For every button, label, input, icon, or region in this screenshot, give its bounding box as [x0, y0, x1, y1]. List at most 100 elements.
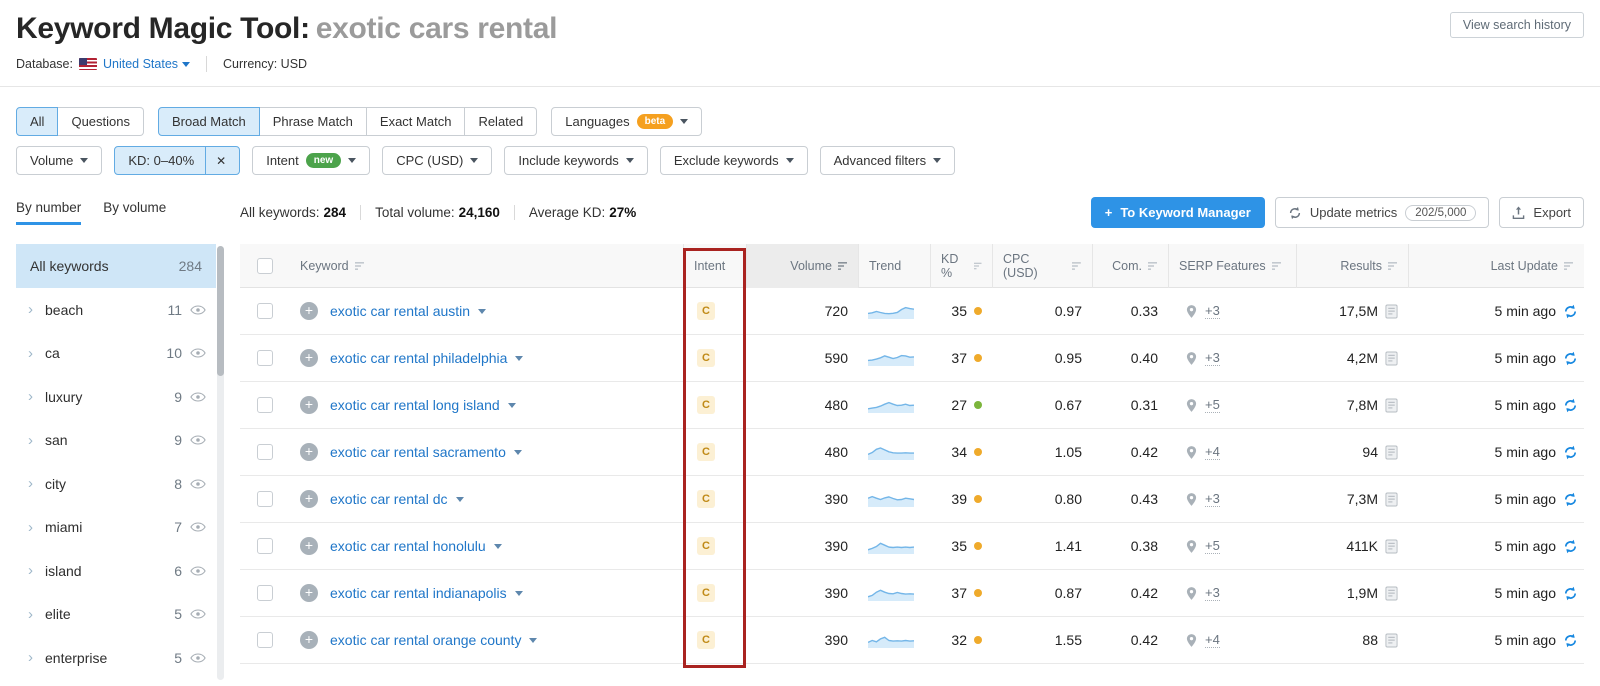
keyword-link[interactable]: exotic car rental indianapolis	[330, 585, 507, 601]
view-search-history-button[interactable]: View search history	[1450, 12, 1584, 38]
sidebar-item-all-keywords[interactable]: All keywords 284	[16, 244, 216, 288]
keyword-dropdown-icon[interactable]	[515, 356, 523, 361]
keyword-link[interactable]: exotic car rental long island	[330, 397, 500, 413]
add-keyword-icon[interactable]: +	[300, 443, 318, 461]
row-checkbox[interactable]	[257, 397, 273, 413]
refresh-row-icon[interactable]	[1563, 586, 1578, 601]
filter-volume[interactable]: Volume	[16, 146, 102, 175]
sidebar-item-san[interactable]: › san 9	[16, 419, 216, 463]
sort-icon[interactable]	[1072, 261, 1082, 271]
filter-advanced-filters[interactable]: Advanced filters	[820, 146, 956, 175]
eye-icon[interactable]	[190, 435, 206, 445]
serp-features-more[interactable]: +4	[1205, 632, 1220, 648]
row-checkbox[interactable]	[257, 538, 273, 554]
serp-features-more[interactable]: +5	[1205, 397, 1220, 413]
row-checkbox[interactable]	[257, 303, 273, 319]
add-keyword-icon[interactable]: +	[300, 631, 318, 649]
keyword-dropdown-icon[interactable]	[508, 403, 516, 408]
keyword-dropdown-icon[interactable]	[514, 450, 522, 455]
serp-source-icon[interactable]	[1385, 398, 1398, 413]
chevron-right-icon[interactable]: ›	[28, 606, 33, 623]
keyword-link[interactable]: exotic car rental orange county	[330, 632, 521, 648]
refresh-row-icon[interactable]	[1563, 351, 1578, 366]
keyword-link[interactable]: exotic car rental sacramento	[330, 444, 506, 460]
sidebar-item-island[interactable]: › island 6	[16, 549, 216, 593]
eye-icon[interactable]	[190, 609, 206, 619]
to-keyword-manager-button[interactable]: + To Keyword Manager	[1091, 197, 1265, 228]
add-keyword-icon[interactable]: +	[300, 537, 318, 555]
refresh-row-icon[interactable]	[1563, 445, 1578, 460]
filter-kd-0-40[interactable]: KD: 0–40%✕	[114, 146, 240, 175]
match-tab-exact-match[interactable]: Exact Match	[367, 107, 466, 136]
update-metrics-button[interactable]: Update metrics 202/5,000	[1275, 197, 1490, 228]
eye-icon[interactable]	[190, 479, 206, 489]
row-checkbox[interactable]	[257, 444, 273, 460]
sort-icon[interactable]	[1272, 261, 1282, 271]
serp-source-icon[interactable]	[1385, 445, 1398, 460]
sort-icon[interactable]	[1388, 261, 1398, 271]
add-keyword-icon[interactable]: +	[300, 584, 318, 602]
serp-features-more[interactable]: +3	[1205, 585, 1220, 601]
eye-icon[interactable]	[190, 305, 206, 315]
sidebar-item-beach[interactable]: › beach 11	[16, 288, 216, 332]
refresh-row-icon[interactable]	[1563, 633, 1578, 648]
add-keyword-icon[interactable]: +	[300, 349, 318, 367]
serp-features-more[interactable]: +3	[1205, 303, 1220, 319]
select-all-checkbox[interactable]	[257, 258, 273, 274]
eye-icon[interactable]	[190, 522, 206, 532]
eye-icon[interactable]	[190, 566, 206, 576]
match-tab-related[interactable]: Related	[465, 107, 537, 136]
eye-icon[interactable]	[190, 392, 206, 402]
keyword-link[interactable]: exotic car rental austin	[330, 303, 470, 319]
row-checkbox[interactable]	[257, 491, 273, 507]
eye-icon[interactable]	[190, 653, 206, 663]
match-tab-questions[interactable]: Questions	[58, 107, 144, 136]
match-tab-phrase-match[interactable]: Phrase Match	[260, 107, 367, 136]
filter-exclude-keywords[interactable]: Exclude keywords	[660, 146, 808, 175]
sidebar-scrollbar[interactable]	[217, 246, 224, 680]
chevron-right-icon[interactable]: ›	[28, 519, 33, 536]
chevron-right-icon[interactable]: ›	[28, 562, 33, 579]
sidebar-item-city[interactable]: › city 8	[16, 462, 216, 506]
refresh-row-icon[interactable]	[1563, 398, 1578, 413]
chevron-right-icon[interactable]: ›	[28, 649, 33, 666]
sidebar-scrollbar-thumb[interactable]	[217, 246, 224, 376]
serp-source-icon[interactable]	[1385, 492, 1398, 507]
keyword-link[interactable]: exotic car rental honolulu	[330, 538, 486, 554]
filter-include-keywords[interactable]: Include keywords	[504, 146, 647, 175]
add-keyword-icon[interactable]: +	[300, 396, 318, 414]
chevron-right-icon[interactable]: ›	[28, 301, 33, 318]
serp-features-more[interactable]: +5	[1205, 538, 1220, 554]
row-checkbox[interactable]	[257, 632, 273, 648]
refresh-row-icon[interactable]	[1563, 304, 1578, 319]
sidebar-item-luxury[interactable]: › luxury 9	[16, 375, 216, 419]
serp-features-more[interactable]: +4	[1205, 444, 1220, 460]
serp-source-icon[interactable]	[1385, 304, 1398, 319]
chevron-right-icon[interactable]: ›	[28, 388, 33, 405]
sort-icon[interactable]	[974, 261, 982, 271]
chevron-right-icon[interactable]: ›	[28, 345, 33, 362]
serp-source-icon[interactable]	[1385, 586, 1398, 601]
serp-features-more[interactable]: +3	[1205, 350, 1220, 366]
serp-source-icon[interactable]	[1385, 351, 1398, 366]
serp-features-more[interactable]: +3	[1205, 491, 1220, 507]
match-tab-broad-match[interactable]: Broad Match	[158, 107, 260, 136]
keyword-dropdown-icon[interactable]	[529, 638, 537, 643]
filter-intent[interactable]: Intentnew	[252, 146, 370, 175]
row-checkbox[interactable]	[257, 350, 273, 366]
languages-dropdown[interactable]: Languages beta	[551, 107, 702, 136]
sort-icon[interactable]	[1564, 261, 1574, 271]
sort-icon[interactable]	[1148, 261, 1158, 271]
view-tab-by-number[interactable]: By number	[16, 200, 81, 225]
serp-source-icon[interactable]	[1385, 539, 1398, 554]
keyword-dropdown-icon[interactable]	[515, 591, 523, 596]
sidebar-item-elite[interactable]: › elite 5	[16, 593, 216, 637]
refresh-row-icon[interactable]	[1563, 539, 1578, 554]
add-keyword-icon[interactable]: +	[300, 490, 318, 508]
export-button[interactable]: Export	[1499, 197, 1584, 228]
close-icon[interactable]: ✕	[205, 147, 226, 174]
refresh-row-icon[interactable]	[1563, 492, 1578, 507]
keyword-dropdown-icon[interactable]	[494, 544, 502, 549]
sidebar-item-enterprise[interactable]: › enterprise 5	[16, 636, 216, 680]
filter-cpc-usd[interactable]: CPC (USD)	[382, 146, 492, 175]
